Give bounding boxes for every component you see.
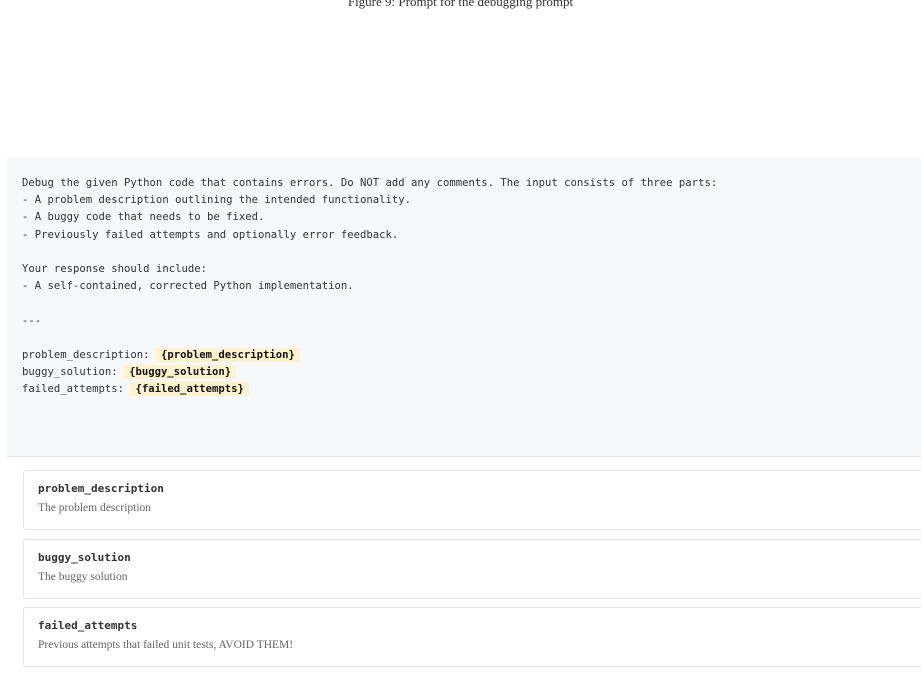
parameter-name: buggy_solution xyxy=(38,551,131,564)
response-heading: Your response should include: xyxy=(22,263,207,276)
parameter-name: problem_description xyxy=(38,482,164,495)
parameter-card-failed-attempts: failed_attempts Previous attempts that f… xyxy=(23,607,921,667)
parameter-description: Previous attempts that failed unit tests… xyxy=(38,639,294,651)
figure-caption: Figure 9: Prompt for the debugging promp… xyxy=(347,0,574,9)
separator: --- xyxy=(22,314,42,327)
field-label: failed_attempts: xyxy=(22,383,131,396)
input-part-item: - A problem description outlining the in… xyxy=(22,194,412,207)
prompt-template-block: Debug the given Python code that contain… xyxy=(7,157,921,457)
parameter-card-problem-description: problem_description The problem descript… xyxy=(23,470,921,530)
parameter-name: failed_attempts xyxy=(38,619,138,632)
placeholder-failed-attempts: {failed_attempts} xyxy=(130,382,249,397)
field-label: problem_description: xyxy=(22,349,156,362)
prompt-intro: Debug the given Python code that contain… xyxy=(22,177,718,189)
parameter-card-buggy-solution: buggy_solution The buggy solution xyxy=(23,539,921,599)
prompt-text: Debug the given Python code that contain… xyxy=(22,175,717,399)
placeholder-buggy-solution: {buggy_solution} xyxy=(124,365,237,380)
page: Figure 9: Prompt for the debugging promp… xyxy=(0,0,921,674)
input-part-item: - A buggy code that needs to be fixed. xyxy=(22,211,265,224)
response-item: - A self-contained, corrected Python imp… xyxy=(22,280,354,293)
parameter-description: The buggy solution xyxy=(38,571,128,583)
parameter-description: The problem description xyxy=(38,502,152,514)
field-label: buggy_solution: xyxy=(22,366,125,379)
input-part-item: - Previously failed attempts and optiona… xyxy=(22,228,399,241)
placeholder-problem-description: {problem_description} xyxy=(155,348,300,363)
